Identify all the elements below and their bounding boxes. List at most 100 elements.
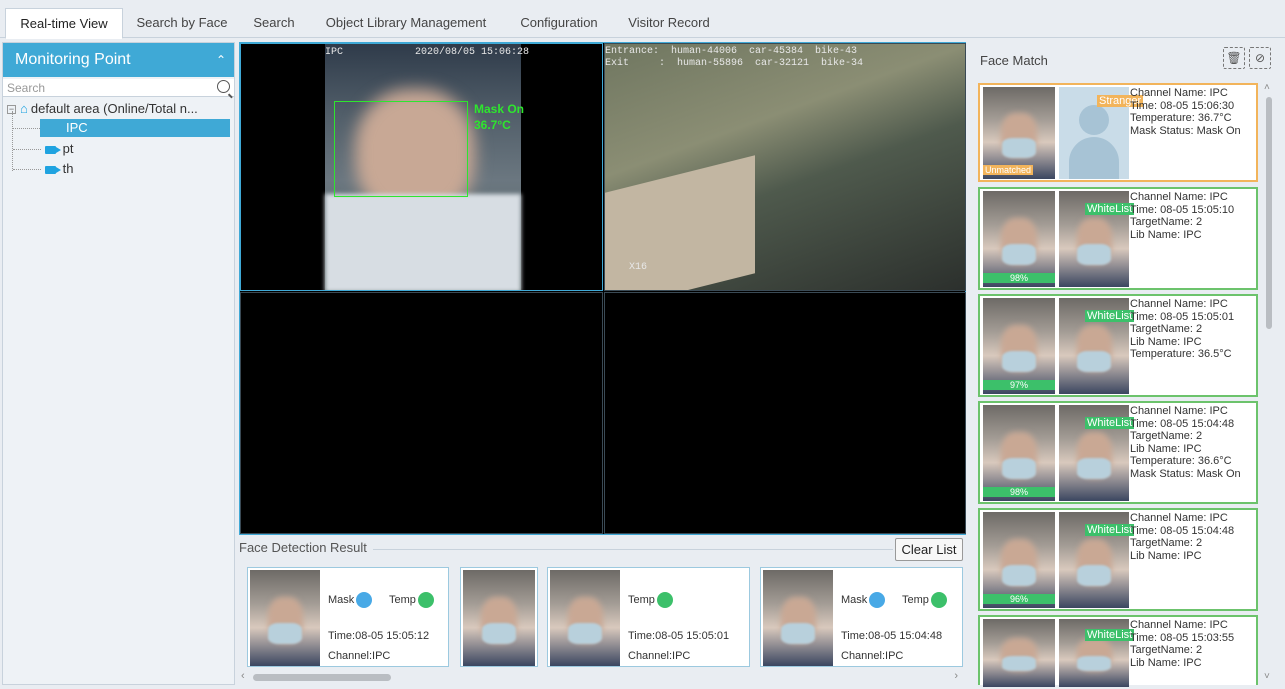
match-info: Channel Name: IPC Time: 08-05 15:03:55 T…: [1130, 619, 1235, 669]
face-snapshot: [463, 570, 535, 666]
face-match-item[interactable]: 98% WhiteList Channel Name: IPC Time: 08…: [978, 187, 1258, 290]
tab-visitor-record[interactable]: Visitor Record: [617, 8, 721, 39]
thermometer-icon: [656, 592, 673, 608]
detection-channel: Channel:IPC: [628, 650, 691, 662]
whitelist-badge: WhiteList: [1085, 417, 1135, 429]
face-detection-card[interactable]: Mask Temp Time:08-05 15:05:12 Channel:IP…: [247, 567, 449, 667]
horizontal-scrollbar[interactable]: ‹ ›: [239, 670, 966, 683]
scroll-right-icon[interactable]: ›: [954, 670, 958, 682]
detection-time: Time:08-05 15:05:12: [328, 630, 430, 642]
video-cell-3[interactable]: [240, 292, 603, 534]
monitoring-point-panel: Monitoring Point ⌃ Search − ⌂ default area…: [2, 42, 235, 685]
face-match-panel: Face Match 🗑 ⊘ Unmatched Stranger Channe…: [973, 42, 1283, 687]
tree-line: [13, 169, 41, 170]
video-cell-4[interactable]: [604, 292, 966, 534]
face-match-item[interactable]: WhiteList Channel Name: IPC Time: 08-05 …: [978, 615, 1258, 687]
search-icon[interactable]: [217, 80, 230, 93]
tab-bar: Real-time View Search by Face Search Obj…: [0, 0, 1285, 39]
face-detection-card[interactable]: Mask Temp Time:08-05 15:04:48 Channel:IP…: [760, 567, 963, 667]
home-icon: ⌂: [20, 101, 28, 116]
channel-label: th: [62, 161, 74, 176]
match-info: Channel Name: IPC Time: 08-05 15:04:48 T…: [1130, 512, 1235, 562]
face-snapshot: [550, 570, 620, 666]
temp-indicator: Temp: [389, 592, 434, 608]
mask-status-label: Mask On: [474, 102, 525, 116]
tree-item-th[interactable]: th: [45, 160, 73, 178]
thermometer-icon: [417, 592, 434, 608]
chevron-up-icon[interactable]: ⌃: [216, 43, 226, 77]
face-detection-box: [334, 101, 468, 197]
similarity-score: 98%: [983, 273, 1055, 283]
match-info: Channel Name: IPC Time: 08-05 15:04:48 T…: [1130, 405, 1241, 480]
detection-time: Time:08-05 15:05:01: [628, 630, 730, 642]
face-detection-title: Face Detection Result: [239, 540, 367, 555]
temperature-label: 36.7°C: [474, 118, 511, 132]
match-info: Channel Name: IPC Time: 08-05 15:05:01 T…: [1130, 298, 1235, 360]
tab-object-library-management[interactable]: Object Library Management: [311, 8, 501, 39]
area-label: default area (Online/Total n...: [30, 101, 198, 116]
scroll-down-icon[interactable]: ˅: [1264, 671, 1270, 682]
divider: [373, 549, 893, 550]
face-match-item[interactable]: 97% WhiteList Channel Name: IPC Time: 08…: [978, 294, 1258, 397]
video-cell-1[interactable]: IPC 2020/08/05 15:06:28 Mask On 36.7°C: [240, 43, 603, 291]
mask-icon: [356, 592, 373, 608]
video-grid: IPC 2020/08/05 15:06:28 Mask On 36.7°C E…: [239, 42, 966, 535]
face-detection-card[interactable]: Temp Time:08-05 15:05:01 Channel:IPC: [547, 567, 750, 667]
tree-line: [13, 149, 41, 150]
face-snapshot: [250, 570, 320, 666]
similarity-score: 96%: [983, 594, 1055, 604]
whitelist-badge: WhiteList: [1085, 310, 1135, 322]
mask-icon: [869, 592, 886, 608]
face-detection-card[interactable]: [460, 567, 538, 667]
search-input[interactable]: Search: [3, 79, 234, 97]
trash-icon[interactable]: 🗑: [1223, 47, 1245, 69]
tab-real-time-view[interactable]: Real-time View: [5, 8, 123, 39]
face-match-title: Face Match: [980, 53, 1048, 68]
panel-title: Monitoring Point: [15, 51, 131, 68]
match-info: Channel Name: IPC Time: 08-05 15:05:10 T…: [1130, 191, 1235, 241]
tab-search-by-face[interactable]: Search by Face: [127, 8, 237, 39]
mask-indicator: Mask: [328, 592, 373, 608]
scrollbar-thumb[interactable]: [253, 674, 391, 681]
hide-icon[interactable]: ⊘: [1249, 47, 1271, 69]
tree-item-default-area[interactable]: − ⌂ default area (Online/Total n...: [7, 100, 198, 118]
scroll-up-icon[interactable]: ˄: [1264, 82, 1270, 93]
face-match-item[interactable]: Unmatched Stranger Channel Name: IPC Tim…: [978, 83, 1258, 182]
clear-list-button[interactable]: Clear List: [895, 538, 963, 561]
detection-time: Time:08-05 15:04:48: [841, 630, 943, 642]
whitelist-badge: WhiteList: [1085, 203, 1135, 215]
detection-channel: Channel:IPC: [328, 650, 391, 662]
tab-search[interactable]: Search: [241, 8, 307, 39]
similarity-score: 98%: [983, 487, 1055, 497]
face-match-item[interactable]: 96% WhiteList Channel Name: IPC Time: 08…: [978, 508, 1258, 611]
tree-item-pt[interactable]: pt: [45, 140, 73, 158]
detection-channel: Channel:IPC: [841, 650, 904, 662]
scroll-left-icon[interactable]: ‹: [241, 670, 245, 682]
video-cell-2[interactable]: Entrance: human-44006 car-45384 bike-43 …: [604, 43, 966, 291]
tree-line: [13, 128, 40, 129]
whitelist-badge: WhiteList: [1085, 629, 1135, 641]
timestamp-osd: 2020/08/05 15:06:28: [415, 47, 530, 58]
channel-osd: IPC: [325, 47, 344, 58]
match-info: Channel Name: IPC Time: 08-05 15:06:30 T…: [1130, 87, 1241, 137]
face-match-item[interactable]: 98% WhiteList Channel Name: IPC Time: 08…: [978, 401, 1258, 504]
channel-label: IPC: [66, 120, 88, 135]
mask-indicator: Mask: [841, 592, 886, 608]
camera-icon: [45, 165, 61, 174]
shirt: [325, 194, 521, 290]
entrance-count-osd: Entrance: human-44006 car-45384 bike-43: [605, 46, 858, 57]
tree-item-ipc[interactable]: IPC: [40, 119, 230, 137]
tab-configuration[interactable]: Configuration: [505, 8, 613, 39]
similarity-score: 97%: [983, 380, 1055, 390]
camera-icon: [45, 145, 61, 154]
whitelist-badge: WhiteList: [1085, 524, 1135, 536]
panel-header[interactable]: Monitoring Point ⌃: [3, 43, 234, 77]
vertical-scrollbar[interactable]: ˄ ˅: [1264, 82, 1274, 682]
unmatched-tag: Unmatched: [983, 165, 1034, 175]
tree-line: [12, 111, 13, 171]
zoom-osd: X16: [629, 262, 648, 273]
exit-count-osd: Exit : human-55896 car-32121 bike-34: [605, 58, 864, 69]
captured-face: [983, 619, 1055, 687]
scrollbar-thumb[interactable]: [1266, 97, 1272, 329]
thermometer-icon: [930, 592, 947, 608]
